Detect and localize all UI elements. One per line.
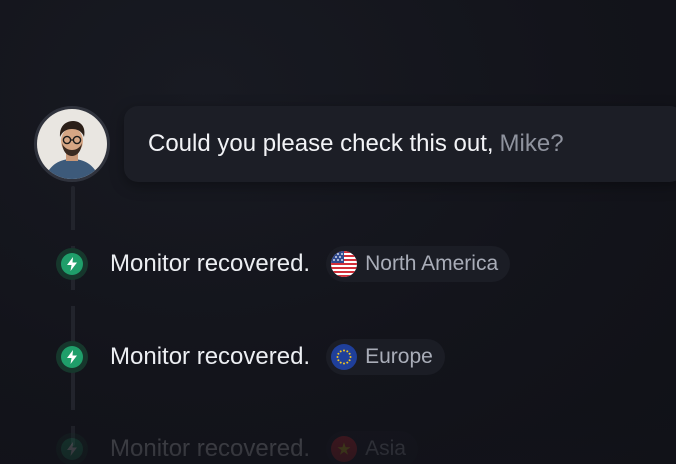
activity-timeline: Could you please check this out, Mike? M… [0, 0, 676, 464]
avatar[interactable] [34, 106, 110, 182]
vietnam-flag-icon [331, 436, 358, 462]
region-label: North America [365, 252, 499, 275]
status-indicator [56, 248, 88, 280]
event-label: Monitor recovered. [110, 343, 311, 370]
user-mention[interactable]: Mike? [500, 130, 564, 158]
status-indicator [56, 433, 88, 464]
region-label: Europe [365, 345, 433, 368]
lightning-bolt-icon [67, 350, 77, 364]
timeline-event[interactable]: Monitor recovered. [56, 337, 445, 377]
region-badge[interactable]: Europe [326, 339, 445, 375]
region-label: Asia [365, 437, 406, 460]
event-label: Monitor recovered. [110, 250, 311, 277]
region-badge[interactable]: Asia [326, 431, 418, 464]
eu-flag-icon [331, 344, 358, 370]
timeline-event[interactable]: Monitor recovered. Asia [56, 429, 418, 464]
timeline-event[interactable]: Monitor recovered. [56, 244, 511, 284]
status-indicator [56, 341, 88, 373]
event-label: Monitor recovered. [110, 435, 311, 462]
us-flag-icon [331, 251, 358, 277]
timeline-connector [71, 186, 75, 446]
comment-bubble[interactable]: Could you please check this out, Mike? [124, 106, 676, 182]
user-portrait-icon [37, 109, 107, 179]
lightning-bolt-icon [67, 442, 77, 456]
comment-text: Could you please check this out, [148, 130, 494, 157]
region-badge[interactable]: North America [326, 246, 511, 282]
lightning-bolt-icon [67, 257, 77, 271]
